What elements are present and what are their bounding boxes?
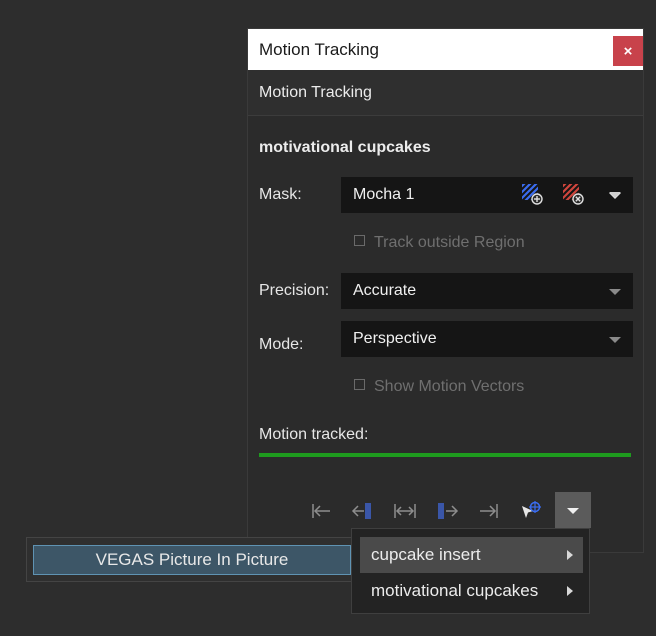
vegas-picture-in-picture-button[interactable]: VEGAS Picture In Picture	[33, 545, 351, 575]
track-both-directions-icon[interactable]	[392, 500, 418, 522]
mode-dropdown[interactable]: Perspective	[341, 321, 633, 357]
precision-dropdown[interactable]: Accurate	[341, 273, 633, 309]
track-cursor-icon[interactable]	[518, 500, 544, 522]
close-button[interactable]: ×	[613, 36, 643, 66]
motion-tracked-label: Motion tracked:	[259, 426, 369, 443]
add-mask-icon[interactable]	[521, 183, 543, 205]
menu-item-cupcake-insert[interactable]: cupcake insert	[360, 537, 583, 573]
track-forward-one-frame-icon[interactable]	[434, 500, 460, 522]
mask-options-chevron-down-icon[interactable]	[609, 192, 621, 198]
motion-tracked-progress-bar	[259, 453, 631, 457]
progress-fill	[259, 453, 631, 457]
chevron-down-icon	[567, 508, 579, 514]
mask-dropdown[interactable]: Mocha 1	[341, 177, 633, 213]
mask-label: Mask:	[259, 186, 302, 203]
precision-label: Precision:	[259, 282, 330, 299]
mode-label: Mode:	[259, 336, 304, 353]
chevron-down-icon	[609, 289, 621, 295]
track-outside-region-option[interactable]: Track outside Region	[354, 234, 525, 252]
context-menu: cupcake insert motivational cupcakes	[351, 528, 590, 614]
submenu-arrow-icon	[567, 550, 573, 560]
menu-item-label: cupcake insert	[371, 545, 481, 564]
go-to-end-icon[interactable]	[476, 500, 502, 522]
window-title: Motion Tracking	[259, 40, 379, 59]
chevron-down-icon	[609, 337, 621, 343]
transport-more-button[interactable]	[555, 492, 591, 528]
section-title: motivational cupcakes	[259, 139, 431, 156]
panel-header-title: Motion Tracking	[259, 84, 372, 101]
menu-item-label: motivational cupcakes	[371, 581, 539, 600]
window-titlebar[interactable]: Motion Tracking ×	[248, 29, 643, 70]
submenu-arrow-icon	[567, 586, 573, 596]
track-backward-one-frame-icon[interactable]	[350, 500, 376, 522]
show-motion-vectors-option[interactable]: Show Motion Vectors	[354, 378, 524, 396]
go-to-start-icon[interactable]	[308, 500, 334, 522]
track-outside-region-checkbox[interactable]	[354, 235, 365, 247]
panel-header: Motion Tracking	[248, 70, 643, 116]
precision-value: Accurate	[353, 282, 417, 299]
track-outside-region-label: Track outside Region	[374, 234, 525, 251]
mask-value: Mocha 1	[353, 186, 415, 203]
menu-item-motivational-cupcakes[interactable]: motivational cupcakes	[360, 573, 583, 609]
show-motion-vectors-label: Show Motion Vectors	[374, 378, 525, 395]
close-icon: ×	[623, 42, 633, 60]
mode-value: Perspective	[353, 330, 437, 347]
motion-tracking-panel: Motion Tracking × Motion Tracking motiva…	[247, 28, 644, 553]
show-motion-vectors-checkbox[interactable]	[354, 379, 365, 391]
remove-mask-icon[interactable]	[562, 183, 584, 205]
pip-button-container: VEGAS Picture In Picture	[26, 537, 357, 582]
